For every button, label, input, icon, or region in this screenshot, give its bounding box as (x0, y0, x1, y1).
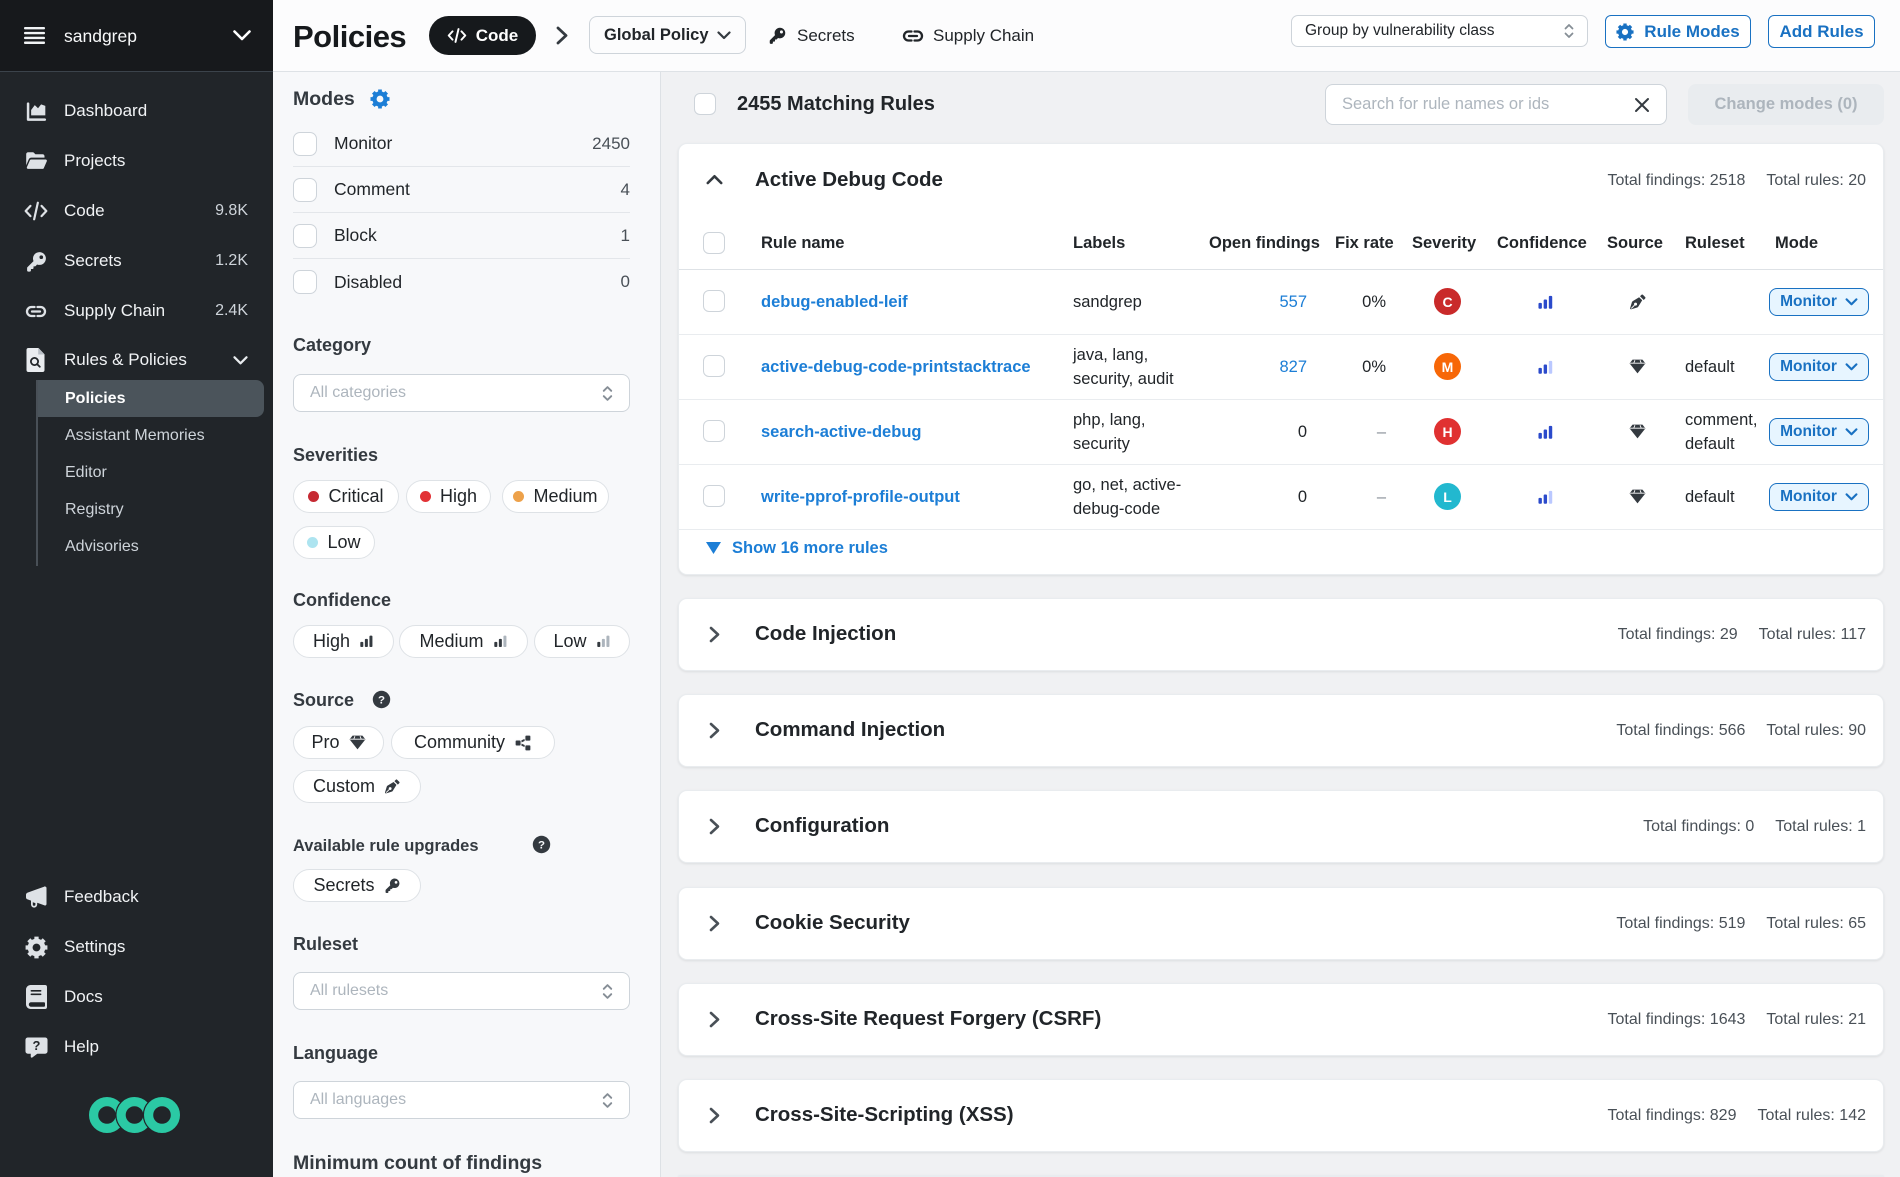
svg-text:?: ? (32, 1037, 40, 1052)
